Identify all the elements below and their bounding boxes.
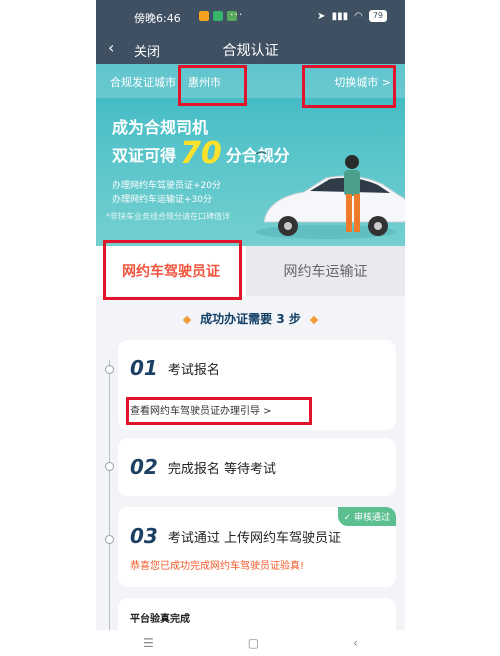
- status-right-icons: ➤ ▮▮▮ ◠ 79: [317, 10, 387, 22]
- tab-driver-license[interactable]: 网约车驾驶员证: [96, 246, 246, 296]
- driver-leg: [354, 194, 360, 232]
- nav-bar: ‹ 关闭 合规认证: [96, 34, 405, 64]
- timeline-dot: [105, 535, 114, 544]
- app-notification-icon: [213, 11, 223, 21]
- step-card-1: 01 考试报名 查看网约车驾驶员证办理引导 >: [118, 340, 396, 430]
- phone-screen: 傍晚6:46 ··· ➤ ▮▮▮ ◠ 79 ‹ 关闭 合规认证 合规发证城市： …: [96, 0, 405, 656]
- status-badge: ✓ 审核通过: [337, 507, 396, 526]
- status-time: 傍晚6:46: [134, 12, 181, 25]
- car-wheel-hub: [284, 222, 292, 230]
- step-label: 考试报名: [167, 362, 220, 378]
- success-message: 恭喜您已成功完成网约车驾驶员证验真!: [130, 561, 305, 572]
- battery-icon: 79: [368, 10, 387, 22]
- license-tabs: 网约车驾驶员证 网约车运输证: [96, 240, 405, 300]
- driver-head: [345, 155, 359, 169]
- menu-icon[interactable]: ☰: [143, 636, 154, 650]
- step-1-header: 01 考试报名: [130, 356, 220, 380]
- dragonfly-icon: [255, 151, 267, 155]
- step-card-3: ✓ 审核通过 03 考试通过 上传网约车驾驶员证 恭喜您已成功完成网约车驾驶员证…: [118, 507, 396, 587]
- badge-text: 审核通过: [353, 513, 390, 523]
- guide-link[interactable]: 查看网约车驾驶员证办理引导 >: [130, 402, 272, 417]
- status-bar: 傍晚6:46 ··· ➤ ▮▮▮ ◠ 79: [96, 0, 405, 34]
- driver-shirt: [344, 170, 360, 196]
- step-number: 03: [130, 524, 158, 548]
- wifi-icon: ◠: [354, 10, 363, 22]
- tab-vehicle-license[interactable]: 网约车运输证: [246, 246, 405, 296]
- hero-banner: 合规发证城市： 惠州市 切换城市 > 成为合规司机 双证可得 70 分合规分 办…: [96, 64, 405, 246]
- step-number: 01: [130, 356, 158, 380]
- step-2-header: 02 完成报名 等待考试: [130, 455, 276, 479]
- step-label: 平台验真完成: [130, 614, 190, 625]
- step-label: 完成报名 等待考试: [167, 461, 276, 477]
- signal-icon: ▮▮▮: [331, 10, 349, 22]
- more-notifications-icon: ···: [230, 8, 244, 21]
- timeline-dot: [105, 365, 114, 374]
- home-icon[interactable]: ▢: [248, 636, 259, 650]
- steps-heading-text: 成功办证需要 3 步: [200, 312, 301, 326]
- driver-leg: [346, 194, 352, 232]
- step-number: 02: [130, 455, 158, 479]
- app-notification-icon: [199, 11, 209, 21]
- steps-timeline: [109, 360, 110, 630]
- step-card-2: 02 完成报名 等待考试: [118, 438, 396, 496]
- step-3-header: 03 考试通过 上传网约车驾驶员证: [130, 524, 341, 548]
- diamond-icon: [309, 315, 319, 324]
- steps-heading: 成功办证需要 3 步: [96, 310, 405, 327]
- timeline-dot: [105, 462, 114, 471]
- car-wheel-hub: [374, 222, 382, 230]
- step-label: 考试通过 上传网约车驾驶员证: [167, 530, 341, 546]
- location-icon: ➤: [317, 10, 326, 22]
- page-title: 合规认证: [222, 43, 279, 59]
- android-nav-bar: ☰ ▢ ‹: [96, 630, 405, 656]
- car-driver-illustration: [255, 151, 405, 239]
- back-icon[interactable]: ‹: [353, 636, 358, 650]
- diamond-icon: [182, 315, 192, 324]
